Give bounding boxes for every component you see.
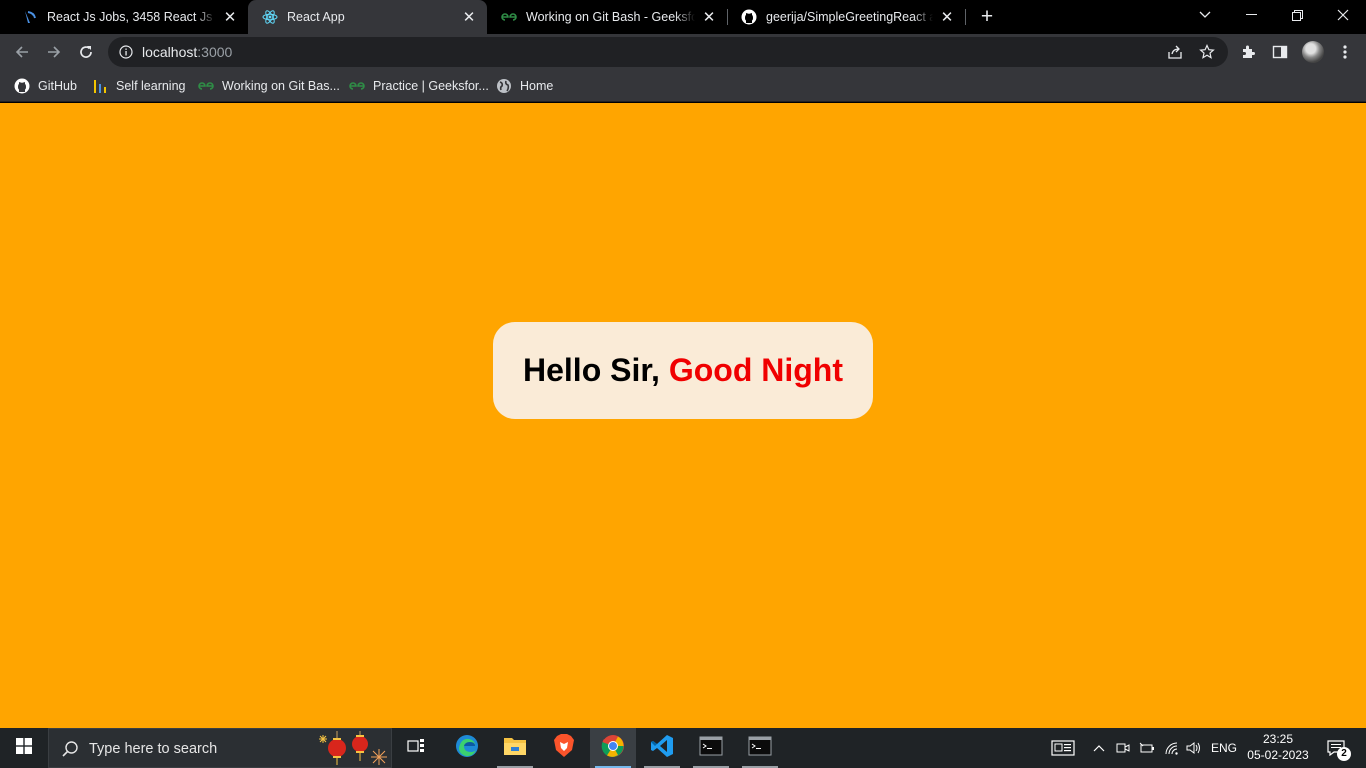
- bookmarks-bar: GitHub Self learning Working on Git Bas.…: [0, 70, 1366, 102]
- bookmark-label: Practice | Geeksfor...: [373, 79, 489, 93]
- taskbar-edge[interactable]: [444, 728, 490, 768]
- language-indicator[interactable]: ENG: [1206, 728, 1242, 768]
- restore-button[interactable]: [1274, 0, 1320, 30]
- network-icon[interactable]: [1161, 728, 1183, 768]
- profile-avatar[interactable]: [1302, 41, 1324, 63]
- back-button[interactable]: [8, 38, 36, 66]
- time-of-day-text: Good Night: [668, 352, 843, 388]
- taskbar-brave[interactable]: [541, 728, 587, 768]
- extensions-icon[interactable]: [1238, 42, 1258, 62]
- notification-icon: 2: [1327, 738, 1351, 761]
- tab-git-bash[interactable]: Working on Git Bash - GeeksforGeeks ✕: [487, 0, 727, 34]
- minimize-button[interactable]: [1228, 0, 1274, 30]
- url-host: localhost: [142, 44, 198, 60]
- side-panel-icon[interactable]: [1270, 42, 1290, 62]
- address-bar[interactable]: localhost:3000: [108, 37, 1228, 67]
- naukri-icon: [22, 9, 38, 25]
- url-port: :3000: [197, 44, 233, 60]
- share-icon[interactable]: [1166, 43, 1184, 61]
- search-icon: [61, 740, 79, 758]
- taskbar-chrome[interactable]: [590, 728, 636, 768]
- folder-icon: [503, 735, 527, 762]
- geeksforgeeks-icon: [501, 9, 517, 25]
- edge-icon: [455, 734, 479, 763]
- news-widget-icon[interactable]: [1048, 728, 1078, 768]
- bookmark-self-learning[interactable]: Self learning: [92, 75, 186, 97]
- clock-time: 23:25: [1262, 732, 1294, 746]
- url-text[interactable]: localhost:3000: [142, 44, 232, 60]
- tab-close-icon[interactable]: ✕: [701, 9, 717, 26]
- bookmark-home[interactable]: Home: [496, 75, 553, 97]
- terminal-icon: [748, 736, 772, 761]
- tab-react-app[interactable]: React App ✕: [248, 0, 487, 34]
- browser-toolbar: localhost:3000: [0, 34, 1366, 70]
- tab-github-repo[interactable]: geerija/SimpleGreetingReact at main ✕: [727, 0, 965, 34]
- meet-now-icon[interactable]: [1113, 728, 1133, 768]
- forward-button[interactable]: [40, 38, 68, 66]
- show-hidden-icons-chevron-icon[interactable]: [1090, 728, 1108, 768]
- notification-count-badge: 2: [1337, 747, 1351, 761]
- taskbar-terminal-1[interactable]: [688, 728, 734, 768]
- greeting-text: Hello Sir,: [523, 352, 669, 388]
- tab-title: React Js Jobs, 3458 React Js Job Vacanci…: [47, 10, 216, 24]
- geeksforgeeks-icon: [198, 78, 214, 94]
- reload-button[interactable]: [72, 38, 100, 66]
- geeksforgeeks-icon: [349, 78, 365, 94]
- github-icon: [14, 78, 30, 94]
- tab-title: React App: [287, 10, 345, 24]
- terminal-icon: [699, 736, 723, 761]
- tab-react-jobs[interactable]: React Js Jobs, 3458 React Js Job Vacanci…: [8, 0, 248, 34]
- bookmark-label: Self learning: [116, 79, 186, 93]
- windows-logo-icon: [16, 737, 32, 759]
- page-viewport: Hello Sir, Good Night: [0, 103, 1366, 728]
- task-view-button[interactable]: [393, 728, 439, 768]
- site-info-icon[interactable]: [118, 44, 134, 60]
- menu-kebab-icon[interactable]: [1335, 42, 1355, 62]
- chrome-icon: [601, 734, 625, 763]
- taskbar-search-box[interactable]: Type here to search: [48, 728, 392, 768]
- new-tab-button[interactable]: +: [976, 6, 998, 28]
- tab-close-icon[interactable]: ✕: [939, 9, 955, 26]
- lunar-new-year-lanterns-icon: [317, 731, 391, 767]
- bookmark-practice-gfg[interactable]: Practice | Geeksfor...: [349, 75, 489, 97]
- windows-taskbar: Type here to search ENG 23:25 05-02-2023…: [0, 728, 1366, 768]
- system-clock[interactable]: 23:25 05-02-2023: [1242, 731, 1314, 763]
- close-window-button[interactable]: [1320, 0, 1366, 30]
- tab-separator: [965, 9, 966, 25]
- start-button[interactable]: [0, 728, 48, 768]
- taskbar-terminal-2[interactable]: [737, 728, 783, 768]
- bookmark-github[interactable]: GitHub: [14, 75, 77, 97]
- task-view-icon: [407, 738, 425, 759]
- clock-date: 05-02-2023: [1247, 748, 1309, 762]
- tab-close-icon[interactable]: ✕: [461, 9, 477, 26]
- bookmark-star-icon[interactable]: [1198, 43, 1216, 61]
- bookmark-working-git-bash[interactable]: Working on Git Bas...: [198, 75, 340, 97]
- bookmark-label: Home: [520, 79, 554, 93]
- bookmark-label: GitHub: [38, 79, 77, 93]
- taskbar-file-explorer[interactable]: [492, 728, 538, 768]
- bookmark-label: Working on Git Bas...: [222, 79, 340, 93]
- globe-icon: [496, 78, 512, 94]
- tab-close-icon[interactable]: ✕: [222, 9, 238, 26]
- tab-search-icon[interactable]: [1182, 0, 1228, 30]
- vscode-icon: [650, 734, 674, 763]
- notification-center-button[interactable]: 2: [1318, 728, 1358, 768]
- tab-title: Working on Git Bash - GeeksforGeeks: [526, 10, 695, 24]
- github-icon: [741, 9, 757, 25]
- greeting-heading: Hello Sir, Good Night: [523, 352, 843, 389]
- react-icon: [262, 9, 278, 25]
- folder-bars-icon: [92, 78, 108, 94]
- brave-icon: [553, 733, 575, 763]
- battery-plug-icon[interactable]: [1137, 728, 1157, 768]
- volume-icon[interactable]: [1184, 728, 1204, 768]
- taskbar-vscode[interactable]: [639, 728, 685, 768]
- greeting-card: Hello Sir, Good Night: [493, 322, 873, 419]
- search-placeholder: Type here to search: [89, 741, 218, 757]
- tab-title: geerija/SimpleGreetingReact at main: [766, 10, 933, 24]
- tab-strip: React Js Jobs, 3458 React Js Job Vacanci…: [0, 0, 1366, 34]
